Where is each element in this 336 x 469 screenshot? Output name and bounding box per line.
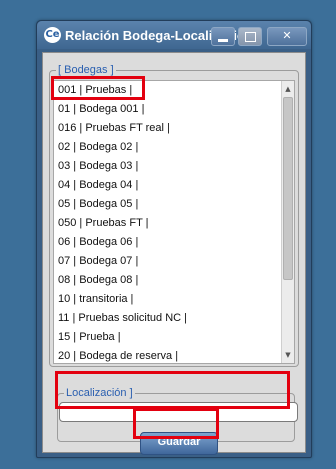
list-item[interactable]: 10 | transitoria | xyxy=(54,290,294,309)
list-scrollbar[interactable]: ▲ ▼ xyxy=(281,81,294,363)
maximize-icon xyxy=(245,32,256,42)
minimize-icon xyxy=(218,39,228,42)
minimize-button[interactable] xyxy=(211,27,235,46)
list-item[interactable]: 01 | Bodega 001 | xyxy=(54,100,294,119)
list-item[interactable]: 001 | Pruebas | xyxy=(54,81,294,100)
list-item[interactable]: 02 | Bodega 02 | xyxy=(54,138,294,157)
list-item[interactable]: 07 | Bodega 07 | xyxy=(54,252,294,271)
title-bar[interactable]: Ce Relación Bodega-Localización ✕ xyxy=(37,21,311,49)
save-button[interactable]: Guardar xyxy=(140,432,218,455)
list-item[interactable]: 016 | Pruebas FT real | xyxy=(54,119,294,138)
scroll-down-icon[interactable]: ▼ xyxy=(282,349,294,361)
localizacion-input[interactable] xyxy=(59,402,298,422)
bodega-localizacion-window: Ce Relación Bodega-Localización ✕ [ Bode… xyxy=(36,20,312,458)
list-item[interactable]: 04 | Bodega 04 | xyxy=(54,176,294,195)
bodegas-group: [ Bodegas ] 001 | Pruebas | 01 | Bodega … xyxy=(49,63,299,367)
list-item[interactable]: 08 | Bodega 08 | xyxy=(54,271,294,290)
scrollbar-thumb[interactable] xyxy=(283,97,293,280)
scroll-up-icon[interactable]: ▲ xyxy=(282,83,294,95)
localizacion-legend: Localización ] xyxy=(64,386,135,400)
list-item[interactable]: 03 | Bodega 03 | xyxy=(54,157,294,176)
close-button[interactable]: ✕ xyxy=(267,27,307,46)
list-item[interactable]: 11 | Pruebas solicitud NC | xyxy=(54,309,294,328)
maximize-button[interactable] xyxy=(238,27,262,46)
list-item[interactable]: 06 | Bodega 06 | xyxy=(54,233,294,252)
list-item[interactable]: 050 | Pruebas FT | xyxy=(54,214,294,233)
list-item[interactable]: 15 | Prueba | xyxy=(54,328,294,347)
app-logo-icon: Ce xyxy=(44,27,61,43)
close-icon: ✕ xyxy=(282,29,292,42)
bodegas-list[interactable]: 001 | Pruebas | 01 | Bodega 001 | 016 | … xyxy=(53,80,295,364)
list-item[interactable]: 05 | Bodega 05 | xyxy=(54,195,294,214)
list-item[interactable]: 20 | Bodega de reserva | xyxy=(54,347,294,363)
window-content: [ Bodegas ] 001 | Pruebas | 01 | Bodega … xyxy=(42,52,306,455)
bodegas-legend: [ Bodegas ] xyxy=(56,63,116,77)
